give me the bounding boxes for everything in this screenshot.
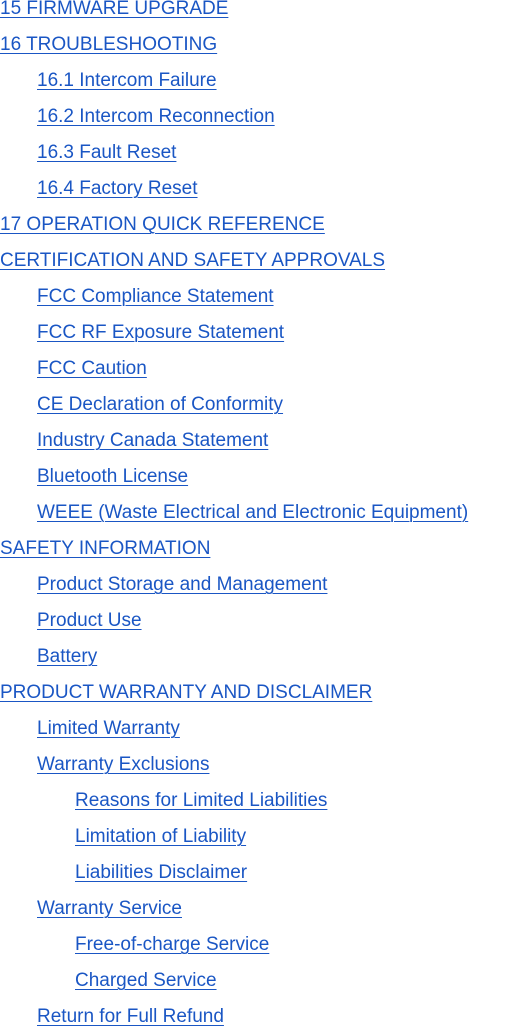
toc-link[interactable]: WEEE (Waste Electrical and Electronic Eq…	[37, 502, 468, 523]
table-of-contents: 15 FIRMWARE UPGRADE 16 TROUBLESHOOTING 1…	[0, 0, 511, 1035]
toc-entry: 16.1 Intercom Failure	[0, 63, 511, 99]
toc-entry: Bluetooth License	[0, 459, 511, 495]
toc-link[interactable]: Liabilities Disclaimer	[75, 862, 247, 883]
toc-link[interactable]: SAFETY INFORMATION	[0, 538, 210, 559]
toc-entry: FCC RF Exposure Statement	[0, 315, 511, 351]
toc-link[interactable]: Free-of-charge Service	[75, 934, 269, 955]
toc-link[interactable]: Warranty Service	[37, 898, 182, 919]
toc-link[interactable]: 16.2 Intercom Reconnection	[37, 106, 275, 127]
toc-entry: Limitation of Liability	[0, 819, 511, 855]
toc-entry: 16.2 Intercom Reconnection	[0, 99, 511, 135]
toc-entry: CE Declaration of Conformity	[0, 387, 511, 423]
toc-entry: 15 FIRMWARE UPGRADE	[0, 0, 511, 27]
toc-entry: 17 OPERATION QUICK REFERENCE	[0, 207, 511, 243]
toc-entry: Limited Warranty	[0, 711, 511, 747]
toc-entry: CERTIFICATION AND SAFETY APPROVALS	[0, 243, 511, 279]
toc-link[interactable]: Industry Canada Statement	[37, 430, 268, 451]
toc-entry: Warranty Service	[0, 891, 511, 927]
toc-entry: Liabilities Disclaimer	[0, 855, 511, 891]
toc-entry: 16 TROUBLESHOOTING	[0, 27, 511, 63]
toc-entry: Return for Full Refund	[0, 999, 511, 1035]
toc-link[interactable]: 16.4 Factory Reset	[37, 178, 198, 199]
toc-link[interactable]: FCC RF Exposure Statement	[37, 322, 284, 343]
toc-entry: SAFETY INFORMATION	[0, 531, 511, 567]
toc-link[interactable]: CE Declaration of Conformity	[37, 394, 283, 415]
toc-entry: WEEE (Waste Electrical and Electronic Eq…	[0, 495, 511, 531]
toc-link[interactable]: PRODUCT WARRANTY AND DISCLAIMER	[0, 682, 372, 703]
toc-link[interactable]: Limitation of Liability	[75, 826, 246, 847]
toc-link[interactable]: 16.1 Intercom Failure	[37, 70, 217, 91]
toc-entry: Charged Service	[0, 963, 511, 999]
toc-link[interactable]: Charged Service	[75, 970, 217, 991]
toc-link[interactable]: FCC Compliance Statement	[37, 286, 274, 307]
toc-entry: FCC Caution	[0, 351, 511, 387]
toc-link[interactable]: Battery	[37, 646, 97, 667]
toc-link[interactable]: Bluetooth License	[37, 466, 188, 487]
toc-entry: Warranty Exclusions	[0, 747, 511, 783]
toc-entry: PRODUCT WARRANTY AND DISCLAIMER	[0, 675, 511, 711]
toc-entry: Product Use	[0, 603, 511, 639]
toc-link[interactable]: CERTIFICATION AND SAFETY APPROVALS	[0, 250, 385, 271]
toc-entry: Reasons for Limited Liabilities	[0, 783, 511, 819]
toc-entry: 16.3 Fault Reset	[0, 135, 511, 171]
toc-entry: 16.4 Factory Reset	[0, 171, 511, 207]
toc-link[interactable]: Warranty Exclusions	[37, 754, 209, 775]
toc-link[interactable]: Limited Warranty	[37, 718, 180, 739]
toc-entry: Product Storage and Management	[0, 567, 511, 603]
toc-entry: Battery	[0, 639, 511, 675]
toc-link[interactable]: 17 OPERATION QUICK REFERENCE	[0, 214, 325, 235]
toc-entry: Free-of-charge Service	[0, 927, 511, 963]
toc-link[interactable]: Return for Full Refund	[37, 1006, 224, 1027]
toc-link[interactable]: 15 FIRMWARE UPGRADE	[0, 0, 228, 19]
toc-entry: Industry Canada Statement	[0, 423, 511, 459]
toc-link[interactable]: Product Storage and Management	[37, 574, 327, 595]
toc-link[interactable]: Product Use	[37, 610, 142, 631]
toc-link[interactable]: Reasons for Limited Liabilities	[75, 790, 327, 811]
toc-link[interactable]: 16.3 Fault Reset	[37, 142, 176, 163]
toc-link[interactable]: 16 TROUBLESHOOTING	[0, 34, 217, 55]
toc-entry: FCC Compliance Statement	[0, 279, 511, 315]
toc-link[interactable]: FCC Caution	[37, 358, 147, 379]
